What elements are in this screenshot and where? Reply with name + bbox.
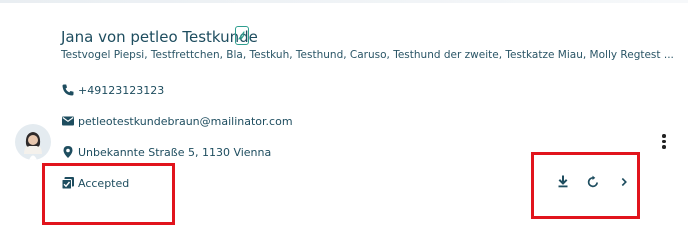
phone-row[interactable]: +49123123123: [61, 83, 164, 97]
mobile-app-icon: [235, 26, 249, 45]
envelope-icon: [61, 114, 75, 128]
open-details-button[interactable]: [616, 174, 632, 190]
phone-number: +49123123123: [78, 83, 165, 97]
phone-icon: [61, 83, 75, 97]
address-text: Unbekannte Straße 5, 1130 Vienna: [78, 145, 272, 159]
pet-list: Testvogel Piepsi, Testfrettchen, Bla, Te…: [61, 49, 674, 61]
chevron-right-icon: [621, 177, 627, 187]
avatar: [15, 124, 51, 160]
download-button[interactable]: [555, 174, 571, 190]
more-options-button[interactable]: [661, 134, 667, 150]
email-address: petleotestkundebraun@mailinator.com: [78, 114, 293, 128]
location-pin-icon: [61, 145, 75, 159]
download-icon: [558, 175, 568, 188]
email-row[interactable]: petleotestkundebraun@mailinator.com: [61, 114, 293, 128]
highlight-status-box: [42, 163, 175, 225]
customer-card: Jana von petleo Testkunde Testvogel Piep…: [0, 0, 688, 247]
more-vertical-icon: [662, 134, 666, 138]
customer-name: Jana von petleo Testkunde: [61, 28, 258, 46]
top-divider: [0, 0, 688, 3]
address-row: Unbekannte Straße 5, 1130 Vienna: [61, 145, 271, 159]
refresh-icon: [587, 175, 599, 188]
refresh-button[interactable]: [585, 174, 601, 190]
